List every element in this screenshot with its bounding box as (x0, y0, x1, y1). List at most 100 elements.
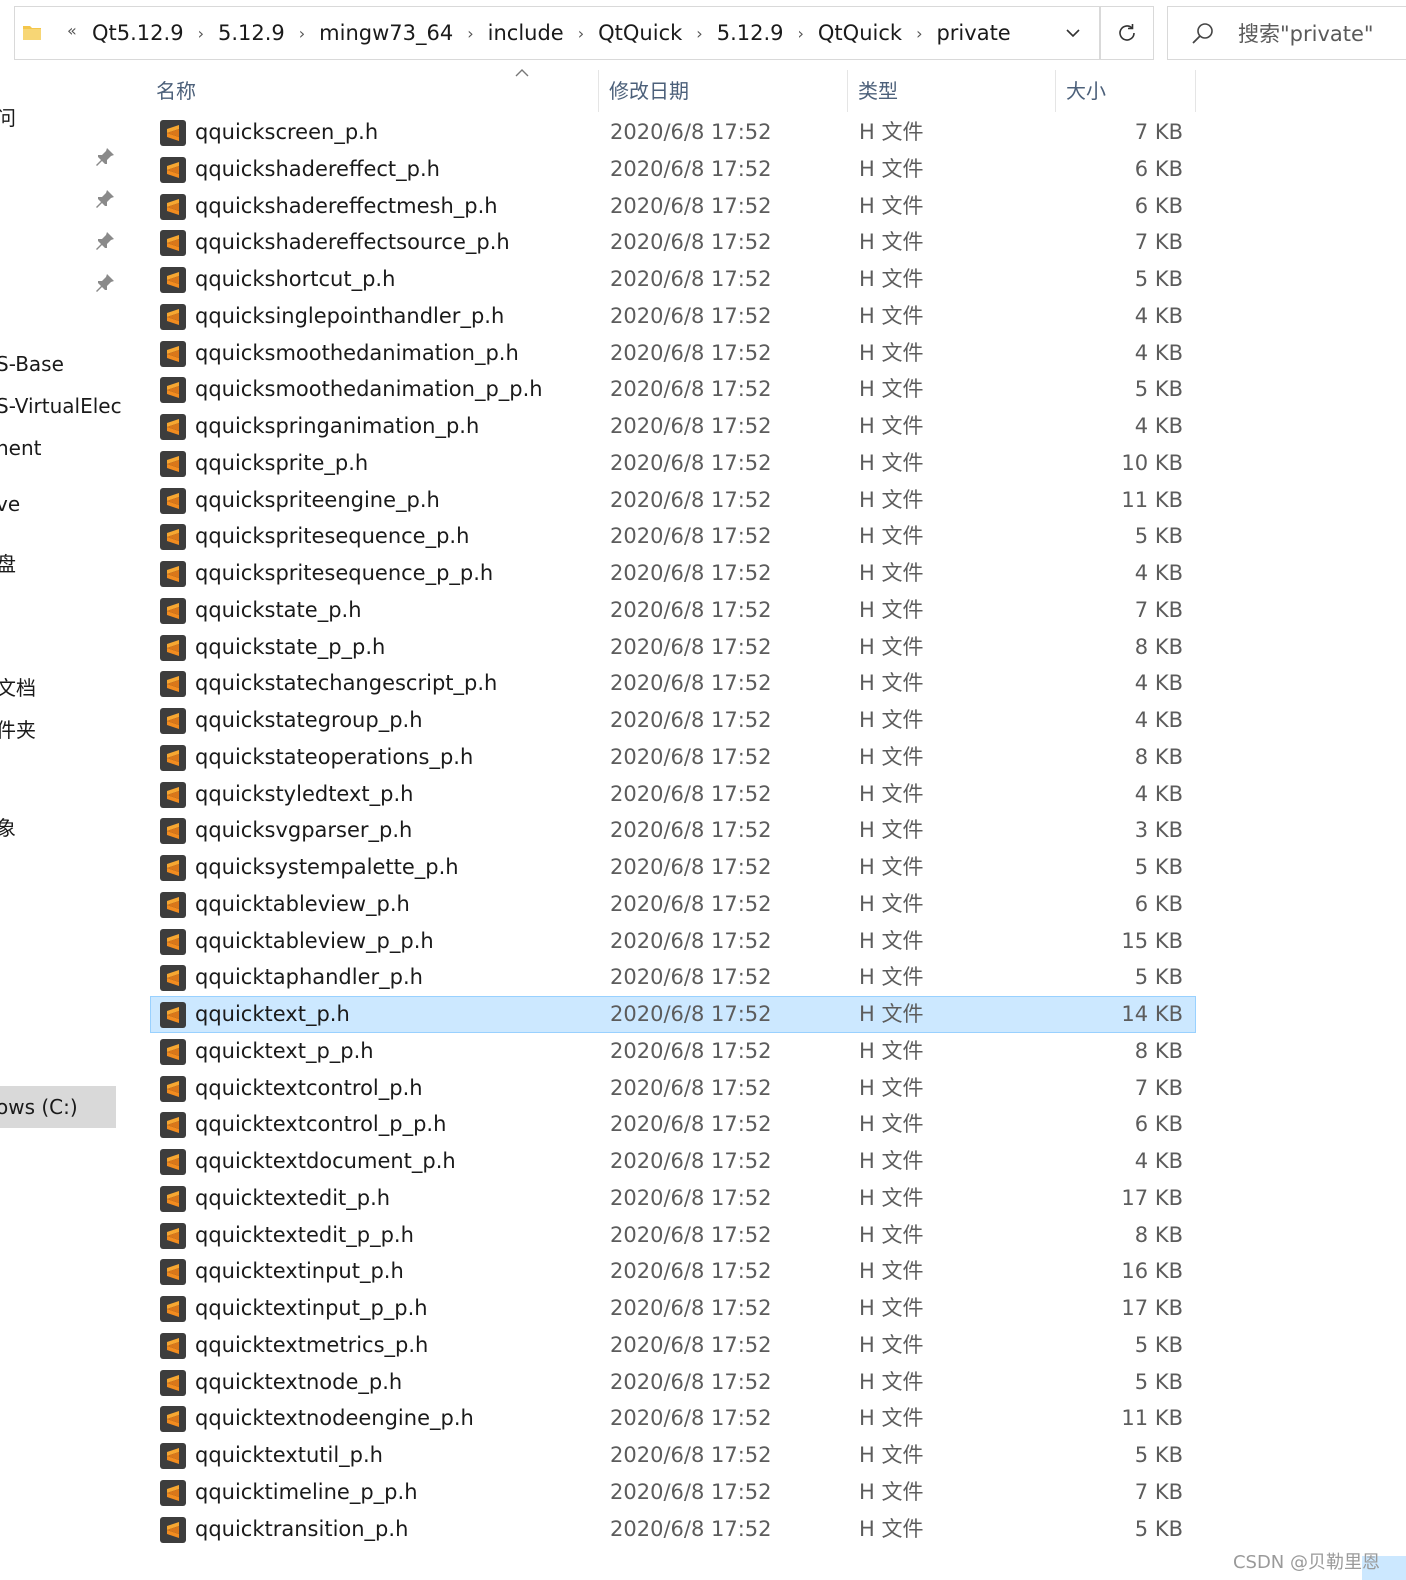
file-date: 2020/6/8 17:52 (610, 524, 772, 549)
chevron-right-icon[interactable]: › (696, 24, 702, 43)
search-box[interactable] (1167, 6, 1406, 60)
chevron-right-icon[interactable]: › (798, 24, 804, 43)
nav-item[interactable]: ows (C:) (0, 1086, 116, 1128)
breadcrumb-item[interactable]: mingw73_64 (319, 21, 453, 45)
search-input[interactable] (1236, 17, 1406, 51)
sublime-text-file-icon (160, 120, 186, 146)
file-row[interactable]: qquickspringanimation_p.h 2020/6/8 17:52 H… (150, 408, 1196, 445)
refresh-button[interactable] (1100, 6, 1154, 60)
file-date: 2020/6/8 17:52 (610, 1369, 772, 1394)
file-date: 2020/6/8 17:52 (610, 230, 772, 255)
file-row[interactable]: qquicktextnode_p.h 2020/6/8 17:52 H 文件 5 KB (150, 1364, 1196, 1401)
file-row[interactable]: qquickstate_p_p.h 2020/6/8 17:52 H 文件 8 KB (150, 629, 1196, 666)
file-name: qquicktextutil_p.h (195, 1443, 383, 1467)
sublime-text-file-icon (160, 928, 186, 955)
file-row[interactable]: qquickshadereffectsource_p.h 2020/6/8 17:… (150, 224, 1196, 261)
file-row[interactable]: qquickspritesequence_p_p.h 2020/6/8 17:52… (150, 555, 1196, 592)
file-type: H 文件 (859, 1332, 924, 1357)
breadcrumb-item[interactable]: private (936, 21, 1010, 45)
column-divider[interactable] (847, 70, 848, 112)
pin-icon[interactable] (94, 188, 116, 210)
nav-item[interactable]: 文档 (0, 672, 36, 701)
file-row[interactable]: qquicksmoothedanimation_p.h 2020/6/8 17:5… (150, 335, 1196, 372)
breadcrumb-item[interactable]: QtQuick (818, 21, 902, 45)
file-row[interactable]: qquicktextdocument_p.h 2020/6/8 17:52 H 文件… (150, 1143, 1196, 1180)
file-name: qquicksmoothedanimation_p_p.h (195, 377, 543, 402)
pin-icon[interactable] (94, 146, 116, 168)
column-header-name[interactable]: 名称 (150, 66, 600, 116)
sublime-text-file-icon (160, 1038, 186, 1065)
file-row[interactable]: qquicksinglepointhandler_p.h 2020/6/8 17:… (150, 298, 1196, 335)
file-row[interactable]: qquicksmoothedanimation_p_p.h 2020/6/8 17… (150, 371, 1196, 408)
address-bar[interactable]: « Qt5.12.9 › 5.12.9 › mingw73_64 › include › QtQ… (14, 6, 1100, 60)
column-divider[interactable] (1055, 70, 1056, 112)
file-row[interactable]: qquickspritesequence_p.h 2020/6/8 17:52 H … (150, 518, 1196, 555)
sublime-text-file-icon (160, 818, 186, 845)
nav-item[interactable]: 问 (0, 102, 16, 131)
breadcrumb-overflow[interactable]: « (67, 21, 77, 40)
file-row[interactable]: qquicktextutil_p.h 2020/6/8 17:52 H 文件 5 KB (150, 1437, 1196, 1474)
nav-item[interactable]: ve (0, 492, 20, 516)
column-divider[interactable] (1195, 70, 1196, 112)
file-row[interactable]: qquickstyledtext_p.h 2020/6/8 17:52 H 文件 4 … (150, 776, 1196, 813)
nav-item[interactable]: 盘 (0, 548, 16, 577)
breadcrumb-item[interactable]: QtQuick (598, 21, 682, 45)
file-row[interactable]: qquicktableview_p.h 2020/6/8 17:52 H 文件 6 K… (150, 886, 1196, 923)
file-row[interactable]: qquickscreen_p.h 2020/6/8 17:52 H 文件 7 KB (150, 114, 1196, 151)
file-type: H 文件 (859, 1479, 924, 1504)
file-size: 5 KB (1134, 965, 1183, 990)
pin-icon[interactable] (94, 272, 116, 294)
column-header-size[interactable]: 大小 (1060, 66, 1196, 116)
chevron-down-icon[interactable] (1061, 21, 1085, 45)
file-row[interactable]: qquickshadereffectmesh_p.h 2020/6/8 17:52… (150, 188, 1196, 225)
breadcrumb-item[interactable]: Qt5.12.9 (92, 21, 184, 45)
file-row[interactable]: qquickstate_p.h 2020/6/8 17:52 H 文件 7 KB (150, 592, 1196, 629)
file-row[interactable]: qquickshortcut_p.h 2020/6/8 17:52 H 文件 5 KB (150, 261, 1196, 298)
file-row[interactable]: qquickstatechangescript_p.h 2020/6/8 17:5… (150, 665, 1196, 702)
chevron-right-icon[interactable]: › (467, 24, 473, 43)
breadcrumb-item[interactable]: 5.12.9 (717, 21, 784, 45)
breadcrumb-item[interactable]: 5.12.9 (218, 21, 285, 45)
file-size: 4 KB (1134, 671, 1183, 696)
file-row[interactable]: qquicktextinput_p.h 2020/6/8 17:52 H 文件 16 … (150, 1253, 1196, 1290)
file-row[interactable]: qquickshadereffect_p.h 2020/6/8 17:52 H 文件… (150, 151, 1196, 188)
chevron-right-icon[interactable]: › (578, 24, 584, 43)
file-row[interactable]: qquicktextcontrol_p.h 2020/6/8 17:52 H 文件 7… (150, 1070, 1196, 1107)
column-header-date[interactable]: 修改日期 (603, 66, 849, 116)
file-row[interactable]: qquicktaphandler_p.h 2020/6/8 17:52 H 文件 5 … (150, 959, 1196, 996)
file-row[interactable]: qquicktextcontrol_p_p.h 2020/6/8 17:52 H 文… (150, 1106, 1196, 1143)
nav-item[interactable]: 象 (0, 812, 16, 841)
sublime-text-file-icon (160, 1112, 186, 1139)
file-type: H 文件 (859, 928, 924, 953)
nav-item[interactable]: S-VirtualElec (0, 394, 122, 418)
file-row[interactable]: qquicktimeline_p_p.h 2020/6/8 17:52 H 文件 7 … (150, 1474, 1196, 1511)
nav-item[interactable]: nent (0, 436, 42, 460)
file-row[interactable]: qquicktableview_p_p.h 2020/6/8 17:52 H 文件 1… (150, 923, 1196, 960)
column-divider[interactable] (598, 70, 599, 112)
file-row[interactable]: qquickstategroup_p.h 2020/6/8 17:52 H 文件 4 … (150, 702, 1196, 739)
file-row[interactable]: qquicksystempalette_p.h 2020/6/8 17:52 H 文… (150, 849, 1196, 886)
file-row[interactable]: qquicktextinput_p_p.h 2020/6/8 17:52 H 文件 1… (150, 1290, 1196, 1327)
nav-item[interactable]: 件夹 (0, 714, 36, 743)
file-row[interactable]: qquicktransition_p.h 2020/6/8 17:52 H 文件 5 … (150, 1511, 1196, 1548)
file-row[interactable]: qquicktextedit_p.h 2020/6/8 17:52 H 文件 17 K… (150, 1180, 1196, 1217)
file-type: H 文件 (859, 120, 924, 144)
file-row[interactable]: qquickstateoperations_p.h 2020/6/8 17:52 H… (150, 739, 1196, 776)
chevron-right-icon[interactable]: › (299, 24, 305, 43)
file-row[interactable]: qquickspriteengine_p.h 2020/6/8 17:52 H 文件… (150, 482, 1196, 519)
file-row[interactable]: qquicksvgparser_p.h 2020/6/8 17:52 H 文件 3 K… (150, 812, 1196, 849)
sublime-text-file-icon (160, 340, 186, 367)
nav-item[interactable]: S-Base (0, 352, 64, 376)
chevron-right-icon[interactable]: › (916, 24, 922, 43)
file-row[interactable]: qquicktext_p.h 2020/6/8 17:52 H 文件 14 KB (150, 996, 1196, 1033)
pin-icon[interactable] (94, 230, 116, 252)
file-row[interactable]: qquicksprite_p.h 2020/6/8 17:52 H 文件 10 KB (150, 445, 1196, 482)
file-size: 4 KB (1134, 708, 1183, 732)
breadcrumb-item[interactable]: include (488, 21, 564, 45)
column-header-type[interactable]: 类型 (852, 66, 1056, 116)
file-row[interactable]: qquicktextedit_p_p.h 2020/6/8 17:52 H 文件 8 … (150, 1217, 1196, 1254)
file-row[interactable]: qquicktextnodeengine_p.h 2020/6/8 17:52 H … (150, 1400, 1196, 1437)
chevron-right-icon[interactable]: › (198, 24, 204, 43)
file-row[interactable]: qquicktextmetrics_p.h 2020/6/8 17:52 H 文件 5… (150, 1327, 1196, 1364)
file-row[interactable]: qquicktext_p_p.h 2020/6/8 17:52 H 文件 8 KB (150, 1033, 1196, 1070)
